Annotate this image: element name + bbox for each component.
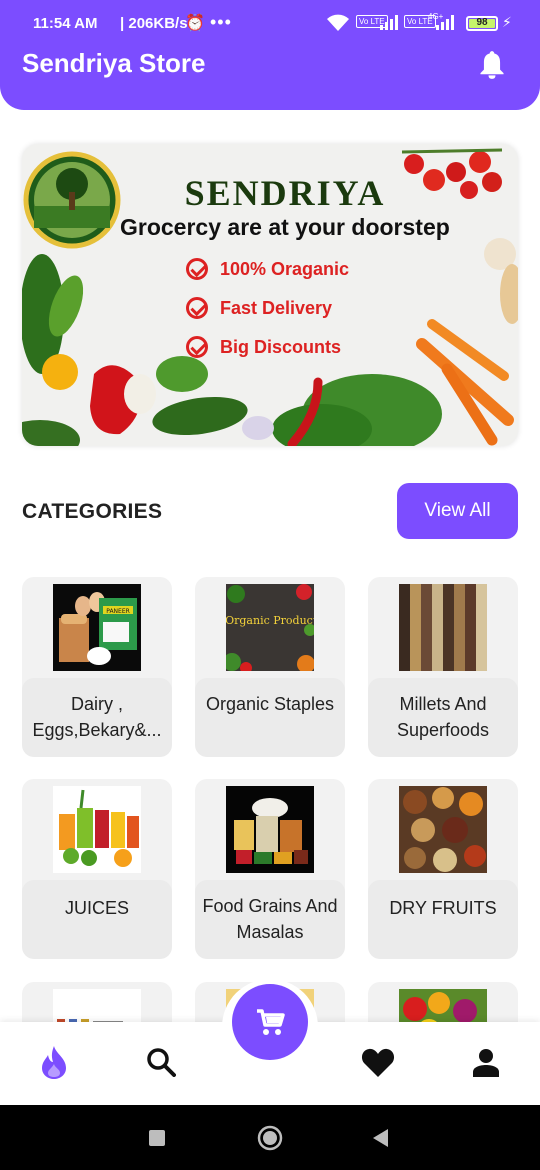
check-circle-icon [186, 258, 208, 280]
status-bar: 11:54 AM | 206KB/s ⏰ ••• Vo LTE Vo LTE 4… [0, 0, 540, 48]
person-icon[interactable] [472, 1048, 500, 1078]
search-icon[interactable] [146, 1047, 176, 1077]
heart-icon[interactable] [361, 1047, 395, 1078]
banner-feature: 100% Oraganic [186, 258, 349, 280]
system-navigation-bar [0, 1105, 540, 1170]
category-label: JUICES [64, 898, 129, 918]
battery-level: 98 [476, 17, 488, 28]
battery-icon: 98 [466, 16, 498, 31]
app-root: 11:54 AM | 206KB/s ⏰ ••• Vo LTE Vo LTE 4… [0, 0, 540, 1170]
juices-thumbnail [53, 786, 141, 873]
cart-button[interactable] [232, 984, 308, 1060]
category-label: Dairy , Eggs,Bekary&... [32, 694, 162, 740]
signal-icon-2 [436, 14, 454, 30]
dairy-thumbnail: PANEER [53, 584, 141, 671]
bell-icon[interactable] [478, 50, 506, 80]
millets-thumbnail [399, 584, 487, 671]
category-label: Organic Staples [205, 694, 335, 714]
app-title: Sendriya Store [22, 48, 206, 78]
back-triangle-icon[interactable] [372, 1128, 390, 1148]
app-header: 11:54 AM | 206KB/s ⏰ ••• Vo LTE Vo LTE 4… [0, 0, 540, 110]
category-card-food-grains[interactable]: Food Grains And Masalas [195, 779, 345, 959]
paneer-label: PANEER [106, 608, 130, 615]
promo-banner[interactable]: SENDRIYA Grocercy are at your doorstep 1… [22, 144, 518, 446]
dry-fruits-thumbnail [399, 786, 487, 873]
view-all-button[interactable]: View All [397, 483, 518, 539]
category-card-millets[interactable]: Millets And Superfoods [368, 577, 518, 757]
organic-thumbnail: Organic Products [226, 584, 314, 671]
check-circle-icon [186, 297, 208, 319]
feature-text: Fast Delivery [220, 297, 333, 318]
check-circle-icon [186, 336, 208, 358]
food-grains-thumbnail [226, 786, 314, 873]
more-dots-icon: ••• [210, 12, 232, 32]
card-label-bg [195, 678, 345, 757]
categories-title: CATEGORIES [22, 500, 163, 523]
wifi-icon [327, 14, 349, 31]
alarm-icon: ⏰ [185, 15, 205, 32]
category-label: Millets And Superfoods [396, 694, 490, 740]
status-time: 11:54 AM [33, 15, 98, 32]
category-label: DRY FRUITS [389, 898, 497, 918]
banner-feature: Big Discounts [186, 336, 341, 358]
charging-icon: ⚡ [502, 14, 512, 30]
category-label: Food Grains And Masalas [202, 896, 338, 942]
status-speed: | 206KB/s [120, 15, 188, 32]
category-card-dairy[interactable]: PANEER Dairy , Eggs,Bekary&... [22, 577, 172, 757]
cart-icon [257, 1009, 285, 1035]
banner-brand: SENDRIYA [184, 173, 386, 213]
category-card-juices[interactable]: JUICES [22, 779, 172, 959]
signal-icon [380, 14, 398, 30]
square-icon[interactable] [148, 1129, 166, 1147]
category-card-organic-staples[interactable]: Organic Products Organic Staples [195, 577, 345, 757]
flame-icon[interactable] [40, 1044, 68, 1080]
feature-text: Big Discounts [220, 336, 342, 357]
banner-feature: Fast Delivery [186, 297, 332, 319]
circle-icon[interactable] [257, 1125, 283, 1151]
organic-products-text: Organic Products [226, 614, 314, 627]
feature-text: 100% Oraganic [220, 258, 350, 279]
banner-tagline: Grocercy are at your doorstep [120, 214, 450, 240]
category-card-dry-fruits[interactable]: DRY FRUITS [368, 779, 518, 959]
